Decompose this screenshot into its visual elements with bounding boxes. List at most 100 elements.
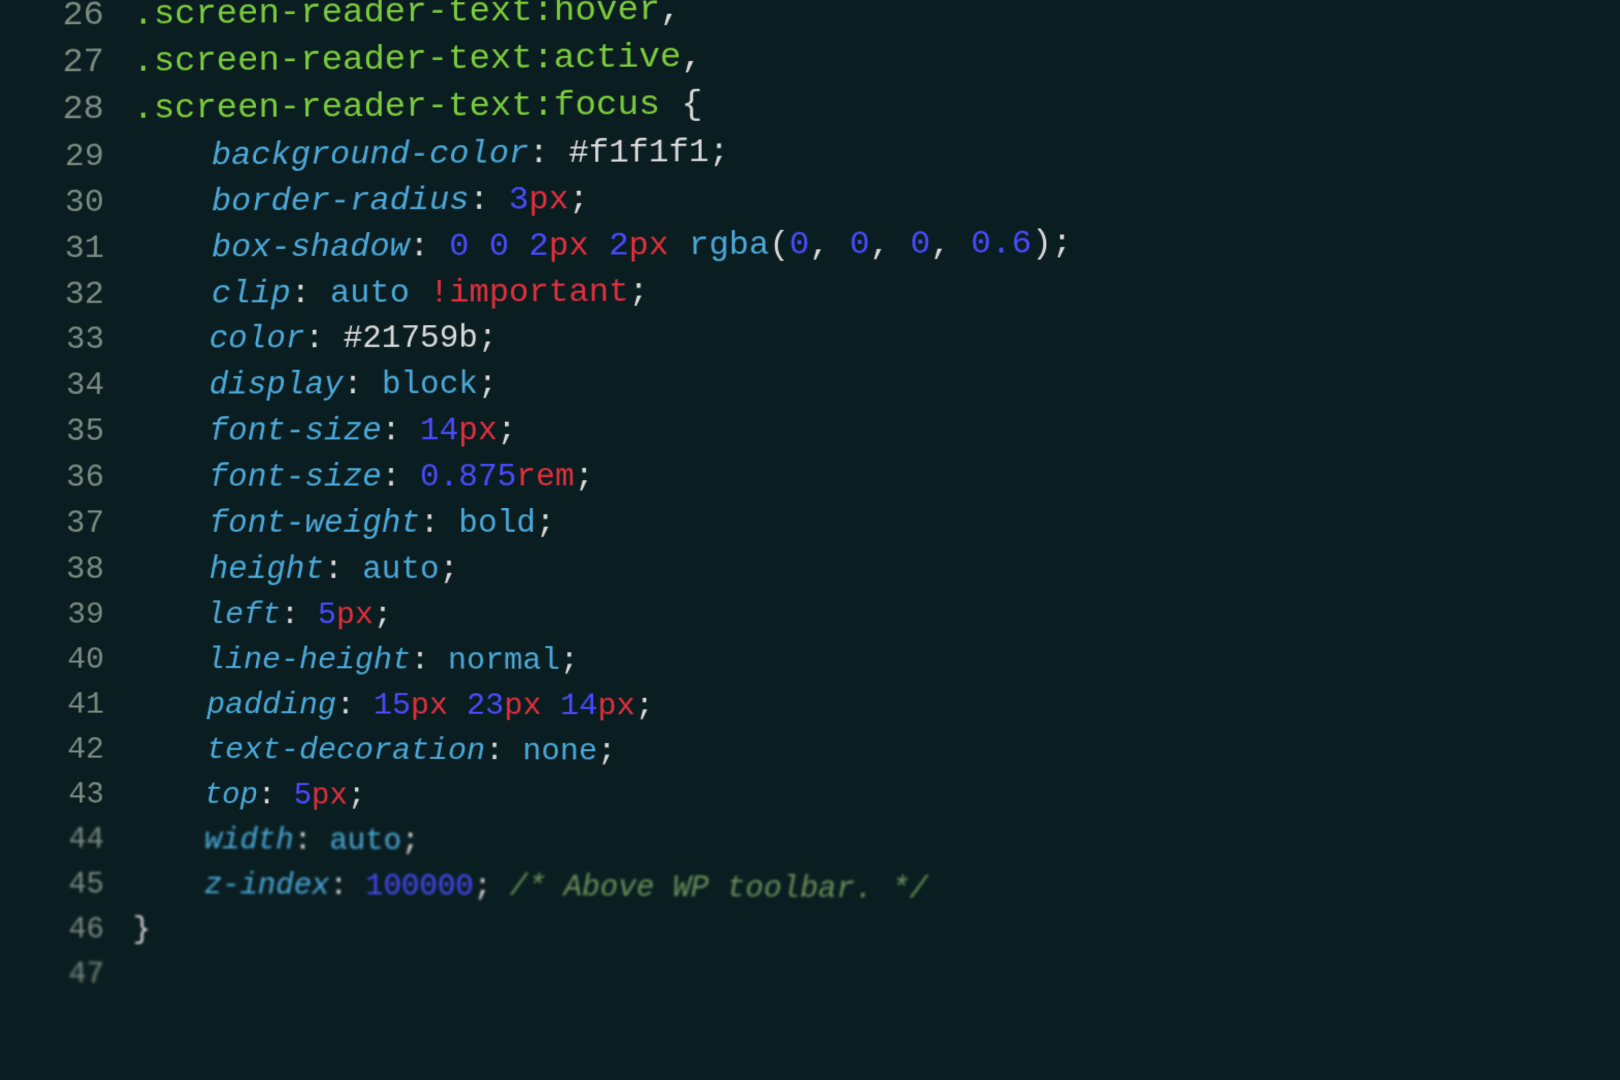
code-content[interactable]: clip: auto !important; <box>133 264 1620 317</box>
token-unit: px <box>629 226 669 264</box>
line-number: 29 <box>0 133 133 180</box>
line-number: 27 <box>0 39 133 87</box>
code-content[interactable]: box-shadow: 0 0 2px 2px rgba(0, 0, 0, 0.… <box>133 217 1620 272</box>
token-prop: font-size <box>209 460 381 496</box>
line-number: 35 <box>0 409 133 455</box>
line-number: 42 <box>0 728 133 773</box>
token-num: 14 <box>560 689 597 724</box>
line-number: 47 <box>0 952 133 998</box>
code-content[interactable]: display: block; <box>133 358 1620 409</box>
token-punct: ; <box>473 870 509 904</box>
code-line[interactable]: 38 height: auto; <box>0 547 1620 594</box>
code-content[interactable]: line-height: normal; <box>133 638 1620 687</box>
token-val: normal <box>448 644 560 679</box>
code-line[interactable]: 42 text-decoration: none; <box>0 728 1620 780</box>
token-prop: left <box>207 598 281 633</box>
token-punct: ; <box>635 690 654 725</box>
token-punct: ; <box>574 460 593 496</box>
token-unit: px <box>529 180 569 218</box>
indent <box>133 868 204 902</box>
token-punct <box>509 227 529 265</box>
code-line[interactable]: 33 color: #21759b; <box>0 311 1620 364</box>
token-num: 0.6 <box>971 224 1032 263</box>
token-sel: .screen-reader-text:active <box>133 38 681 82</box>
token-prop: z-index <box>204 869 329 904</box>
token-punct: ; <box>709 133 729 171</box>
token-num: 5 <box>294 779 312 813</box>
token-punct: : <box>305 321 343 357</box>
token-punct <box>448 689 467 724</box>
code-content[interactable]: padding: 15px 23px 14px; <box>133 683 1620 733</box>
line-number: 41 <box>0 683 133 728</box>
token-num: 0 <box>910 225 930 263</box>
indent <box>133 322 209 358</box>
code-content[interactable]: font-size: 0.875rem; <box>133 453 1620 501</box>
token-punct: ; <box>598 735 617 770</box>
token-prop: display <box>209 368 343 404</box>
token-num: 14 <box>420 414 459 450</box>
code-content[interactable]: font-size: 14px; <box>133 406 1620 456</box>
token-punct: ; <box>569 180 589 218</box>
indent <box>133 460 209 496</box>
token-num: 23 <box>467 689 504 724</box>
line-number: 46 <box>0 907 133 953</box>
code-line[interactable]: 32 clip: auto !important; <box>0 264 1620 318</box>
indent <box>133 414 209 450</box>
code-line[interactable]: 41 padding: 15px 23px 14px; <box>0 683 1620 733</box>
token-punct: : <box>343 367 381 403</box>
code-line[interactable]: 39 left: 5px; <box>0 593 1620 641</box>
line-number: 36 <box>0 455 133 501</box>
code-content[interactable]: border-radius: 3px; <box>133 169 1620 225</box>
token-punct: : <box>411 644 448 679</box>
token-val: none <box>523 735 598 770</box>
token-hex: #f1f1f1 <box>569 133 709 172</box>
line-number: 45 <box>0 862 133 908</box>
token-num: 15 <box>374 689 411 724</box>
token-punct: : <box>485 734 522 769</box>
token-num: 2 <box>609 227 629 265</box>
line-number: 34 <box>0 363 133 409</box>
token-hex: #21759b <box>343 321 478 357</box>
code-editor[interactable]: 26.screen-reader-text:hover,27.screen-re… <box>0 0 1620 1080</box>
code-line[interactable]: 34 display: block; <box>0 358 1620 409</box>
indent <box>133 778 204 812</box>
code-line[interactable]: 31 box-shadow: 0 0 2px 2px rgba(0, 0, 0,… <box>0 217 1620 272</box>
token-prop: text-decoration <box>207 733 486 769</box>
code-content[interactable]: font-weight: bold; <box>133 500 1620 547</box>
token-num: 100000 <box>365 870 473 905</box>
token-punct <box>669 226 689 264</box>
token-punct: , <box>930 225 970 264</box>
code-line[interactable]: 36 font-size: 0.875rem; <box>0 453 1620 501</box>
line-number: 26 <box>0 0 133 40</box>
token-punct: : <box>324 552 362 588</box>
token-prop: height <box>209 552 324 588</box>
token-comm: /* Above WP toolbar. */ <box>510 870 928 907</box>
code-content[interactable]: left: 5px; <box>133 593 1620 641</box>
token-prop: background-color <box>212 134 529 174</box>
code-line[interactable]: 37 font-weight: bold; <box>0 500 1620 547</box>
indent <box>133 183 212 221</box>
token-punct: ; <box>348 779 366 813</box>
token-unit: rem <box>516 460 574 496</box>
token-punct: ( <box>769 226 789 264</box>
token-punct: : <box>420 506 459 542</box>
indent <box>133 368 209 404</box>
code-content[interactable] <box>133 983 1620 995</box>
token-num: 0.875 <box>420 460 516 496</box>
code-content[interactable]: text-decoration: none; <box>133 728 1620 779</box>
code-content[interactable]: height: auto; <box>133 547 1620 594</box>
token-punct: : <box>529 134 569 172</box>
token-punct: ; <box>560 644 579 679</box>
token-punct: , <box>660 0 681 30</box>
token-punct: ; <box>497 413 516 449</box>
token-num: 0 <box>489 227 509 265</box>
code-content[interactable]: color: #21759b; <box>133 311 1620 363</box>
token-punct: , <box>681 38 702 77</box>
token-num: 2 <box>529 227 549 265</box>
code-content[interactable]: top: 5px; <box>133 773 1620 826</box>
code-line[interactable]: 40 line-height: normal; <box>0 638 1620 687</box>
token-prop: width <box>204 824 293 858</box>
token-punct: ; <box>629 273 649 311</box>
code-line[interactable]: 35 font-size: 14px; <box>0 406 1620 456</box>
token-num: 0 <box>789 226 809 264</box>
